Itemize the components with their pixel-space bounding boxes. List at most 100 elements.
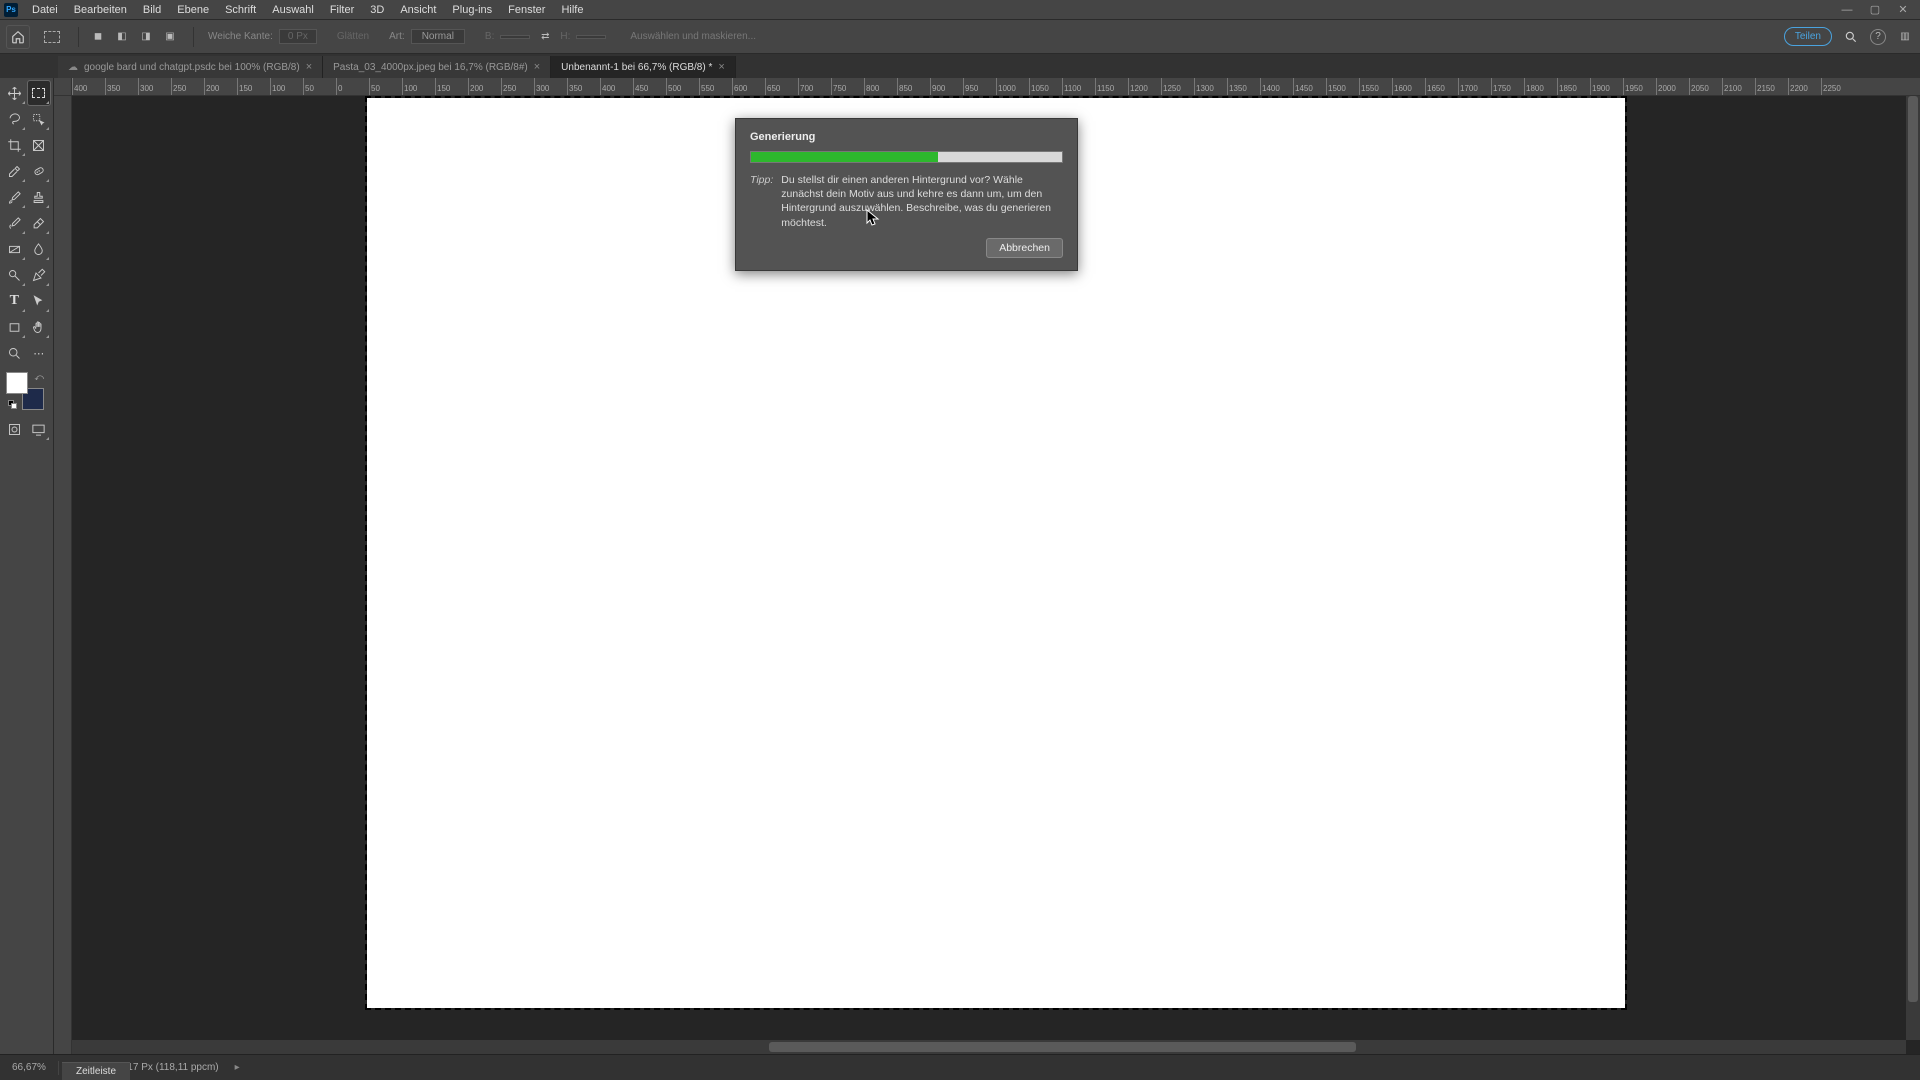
eyedropper-tool[interactable] xyxy=(3,159,26,183)
scrollbar-thumb[interactable] xyxy=(1908,96,1918,1002)
menu-schrift[interactable]: Schrift xyxy=(217,2,264,18)
scrollbar-vertical[interactable] xyxy=(1906,96,1920,1040)
ruler-tick: 1800 xyxy=(1524,78,1557,96)
feather-input[interactable]: 0 Px xyxy=(279,29,317,44)
menu-datei[interactable]: Datei xyxy=(24,2,66,18)
workspace-icon[interactable]: ▥ xyxy=(1896,28,1914,46)
scrollbar-thumb[interactable] xyxy=(769,1042,1356,1052)
ruler-tick: 1100 xyxy=(1062,78,1095,96)
history-brush-tool[interactable] xyxy=(3,211,26,235)
ruler-tick: 50 xyxy=(303,78,336,96)
pen-tool[interactable] xyxy=(28,263,51,287)
color-swatches[interactable]: ⤺ xyxy=(6,372,44,410)
ruler-tick: 2050 xyxy=(1689,78,1722,96)
ruler-tick: 300 xyxy=(138,78,171,96)
height-label: H: xyxy=(560,31,570,42)
height-input[interactable] xyxy=(576,35,606,39)
document-tab[interactable]: ☁ google bard und chatgpt.psdc bei 100% … xyxy=(58,56,323,78)
style-select[interactable]: Normal xyxy=(411,29,465,44)
swap-colors-icon[interactable]: ⤺ xyxy=(34,372,44,383)
brush-tool[interactable] xyxy=(3,185,26,209)
ruler-tick: 700 xyxy=(798,78,831,96)
marquee-tool-icon[interactable] xyxy=(44,31,60,43)
document-tab-active[interactable]: Unbenannt-1 bei 66,7% (RGB/8) * × xyxy=(551,56,736,78)
document-tab[interactable]: Pasta_03_4000px.jpeg bei 16,7% (RGB/8#) … xyxy=(323,56,551,78)
crop-tool[interactable] xyxy=(3,133,26,157)
new-selection-icon[interactable]: ◼ xyxy=(89,28,107,46)
subtract-selection-icon[interactable]: ◨ xyxy=(137,28,155,46)
close-icon[interactable]: ✕ xyxy=(1896,3,1910,17)
ruler-tick: 2100 xyxy=(1722,78,1755,96)
select-and-mask-button[interactable]: Auswählen und maskieren... xyxy=(630,31,756,42)
stamp-tool[interactable] xyxy=(28,185,51,209)
width-input[interactable] xyxy=(500,35,530,39)
move-tool[interactable] xyxy=(3,81,26,105)
ruler-tick: 600 xyxy=(732,78,765,96)
cancel-button[interactable]: Abbrechen xyxy=(986,238,1063,258)
maximize-icon[interactable]: ▢ xyxy=(1868,3,1882,17)
blur-tool[interactable] xyxy=(28,237,51,261)
ruler-tick: 1750 xyxy=(1491,78,1524,96)
add-selection-icon[interactable]: ◧ xyxy=(113,28,131,46)
minimize-icon[interactable]: — xyxy=(1840,3,1854,17)
feather-label: Weiche Kante: xyxy=(208,31,273,42)
ruler-tick: 1250 xyxy=(1161,78,1194,96)
ruler-tick: 1300 xyxy=(1194,78,1227,96)
menu-fenster[interactable]: Fenster xyxy=(500,2,553,18)
ruler-vertical[interactable] xyxy=(54,96,72,1054)
screenmode-icon[interactable] xyxy=(28,417,51,441)
path-tool[interactable] xyxy=(28,289,51,313)
default-colors-icon[interactable] xyxy=(8,400,18,410)
frame-tool[interactable] xyxy=(28,133,51,157)
more-tools-icon[interactable]: ⋯ xyxy=(28,341,51,365)
type-tool[interactable]: T xyxy=(3,289,26,313)
share-button[interactable]: Teilen xyxy=(1784,27,1832,46)
eraser-tool[interactable] xyxy=(28,211,51,235)
dodge-tool[interactable] xyxy=(3,263,26,287)
info-arrow-icon[interactable]: ▸ xyxy=(235,1062,240,1073)
tab-close-icon[interactable]: × xyxy=(534,61,540,73)
tab-close-icon[interactable]: × xyxy=(718,61,724,73)
window-controls: — ▢ ✕ xyxy=(1840,3,1916,17)
ruler-tick: 400 xyxy=(72,78,105,96)
tab-close-icon[interactable]: × xyxy=(306,61,312,73)
intersect-selection-icon[interactable]: ▣ xyxy=(161,28,179,46)
ruler-tick: 1900 xyxy=(1590,78,1623,96)
menu-3d[interactable]: 3D xyxy=(362,2,392,18)
swap-dims-icon[interactable]: ⇄ xyxy=(536,28,554,46)
lasso-tool[interactable] xyxy=(3,107,26,131)
ruler-tick: 850 xyxy=(897,78,930,96)
menu-filter[interactable]: Filter xyxy=(322,2,362,18)
zoom-field[interactable]: 66,67% xyxy=(0,1061,59,1075)
help-icon[interactable]: ? xyxy=(1870,29,1886,45)
menu-plugins[interactable]: Plug-ins xyxy=(444,2,500,18)
healing-tool[interactable] xyxy=(28,159,51,183)
timeline-tab[interactable]: Zeitleiste xyxy=(62,1062,130,1080)
ruler-tick: 1400 xyxy=(1260,78,1293,96)
foreground-color[interactable] xyxy=(6,372,28,394)
marquee-tool[interactable] xyxy=(28,81,51,105)
selection-tool[interactable] xyxy=(28,107,51,131)
menu-bild[interactable]: Bild xyxy=(135,2,169,18)
ruler-tick: 100 xyxy=(402,78,435,96)
ruler-tick: 350 xyxy=(567,78,600,96)
shape-tool[interactable] xyxy=(3,315,26,339)
ruler-tick: 1150 xyxy=(1095,78,1128,96)
home-icon[interactable] xyxy=(6,25,30,49)
quickmask-icon[interactable] xyxy=(3,417,26,441)
menu-ansicht[interactable]: Ansicht xyxy=(392,2,444,18)
menu-auswahl[interactable]: Auswahl xyxy=(264,2,322,18)
status-bar: Zeitleiste 66,67% 1890 Px x 1417 Px (118… xyxy=(0,1054,1920,1080)
hand-tool[interactable] xyxy=(28,315,51,339)
ruler-horizontal[interactable]: 4003503002502001501005005010015020025030… xyxy=(72,78,1920,96)
generation-dialog: Generierung Tipp: Du stellst dir einen a… xyxy=(735,118,1078,271)
menu-bearbeiten[interactable]: Bearbeiten xyxy=(66,2,135,18)
menu-hilfe[interactable]: Hilfe xyxy=(553,2,591,18)
scrollbar-horizontal[interactable] xyxy=(72,1040,1906,1054)
gradient-tool[interactable] xyxy=(3,237,26,261)
antialias-checkbox[interactable]: Glätten xyxy=(337,31,369,42)
ruler-tick: 150 xyxy=(237,78,270,96)
search-icon[interactable] xyxy=(1842,28,1860,46)
menu-ebene[interactable]: Ebene xyxy=(169,2,217,18)
zoom-tool[interactable] xyxy=(3,341,26,365)
